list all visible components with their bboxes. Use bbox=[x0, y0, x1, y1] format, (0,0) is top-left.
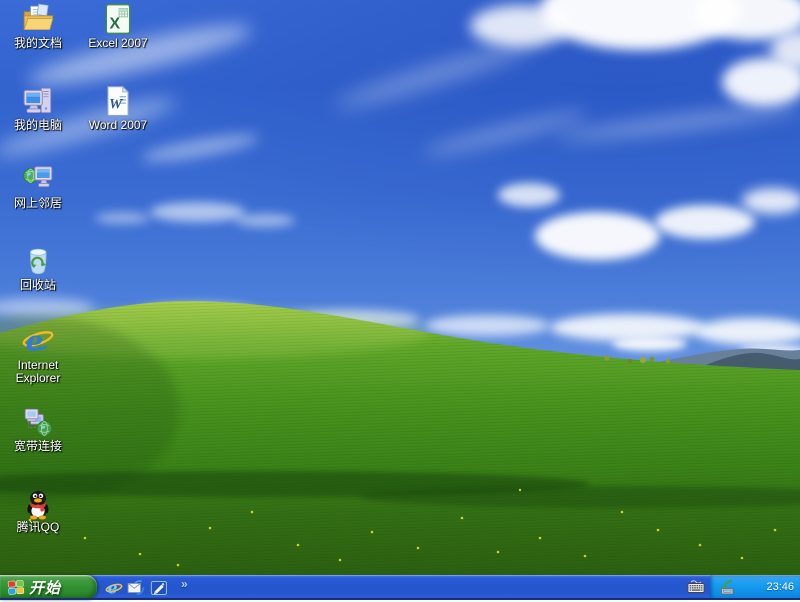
safely-remove-hardware-icon[interactable] bbox=[717, 579, 735, 596]
excel-icon: X bbox=[101, 2, 135, 36]
start-button-label: 开始 bbox=[29, 577, 61, 598]
start-button[interactable]: 开始 bbox=[0, 575, 97, 600]
internet-explorer-icon: e bbox=[105, 579, 123, 597]
windows-logo-icon bbox=[7, 579, 25, 596]
my-documents-icon bbox=[21, 2, 55, 36]
word-icon: W bbox=[101, 84, 135, 118]
desktop-icon-label: 我的电脑 bbox=[3, 119, 73, 132]
svg-text:e: e bbox=[107, 579, 117, 597]
desktop-icon-label: 腾讯QQ bbox=[3, 521, 73, 534]
desktop-icon-tencent-qq[interactable]: 腾讯QQ bbox=[3, 486, 73, 534]
desktop-icon-label: Word 2007 bbox=[83, 119, 153, 132]
desktop-icon-internet-explorer[interactable]: e Internet Explorer bbox=[3, 324, 73, 385]
desktop-icon-word-2007[interactable]: W Word 2007 bbox=[83, 84, 153, 132]
taskbar-clock[interactable]: 23:46 bbox=[766, 581, 794, 593]
taskbar: 开始 e » bbox=[0, 575, 800, 600]
desktop-icon-label: Internet Explorer bbox=[3, 359, 73, 385]
desktop-icon-label: 我的文档 bbox=[3, 37, 73, 50]
input-method-keyboard-icon[interactable] bbox=[686, 578, 706, 597]
quicklaunch-internet-explorer[interactable]: e bbox=[105, 579, 123, 597]
outlook-express-icon bbox=[127, 579, 145, 597]
desktop-icon-label: Excel 2007 bbox=[83, 37, 153, 50]
desktop-icon-label: 网上邻居 bbox=[3, 197, 73, 210]
quicklaunch-outlook-express[interactable] bbox=[127, 579, 145, 597]
quicklaunch-chevron[interactable]: » bbox=[181, 577, 188, 591]
svg-text:W: W bbox=[109, 96, 124, 112]
desktop-icon-excel-2007[interactable]: X Excel 2007 bbox=[83, 2, 153, 50]
desktop-icon-label: 宽带连接 bbox=[3, 440, 73, 453]
desktop-icon-recycle-bin[interactable]: 回收站 bbox=[3, 244, 73, 292]
show-desktop-icon bbox=[150, 579, 168, 597]
desktop: 我的文档 我的电脑 网上邻居 bbox=[0, 0, 800, 575]
desktop-icon-network-places[interactable]: 网上邻居 bbox=[3, 162, 73, 210]
broadband-connection-icon bbox=[21, 405, 55, 439]
qq-penguin-icon bbox=[21, 486, 55, 520]
internet-explorer-icon: e bbox=[21, 324, 55, 358]
desktop-icon-my-documents[interactable]: 我的文档 bbox=[3, 2, 73, 50]
desktop-icon-label: 回收站 bbox=[3, 279, 73, 292]
svg-text:X: X bbox=[110, 16, 121, 33]
svg-text:e: e bbox=[26, 325, 44, 358]
recycle-bin-icon bbox=[21, 244, 55, 278]
desktop-icon-my-computer[interactable]: 我的电脑 bbox=[3, 84, 73, 132]
network-places-icon bbox=[21, 162, 55, 196]
my-computer-icon bbox=[21, 84, 55, 118]
desktop-icon-broadband-connection[interactable]: 宽带连接 bbox=[3, 405, 73, 453]
system-tray: 23:46 bbox=[710, 575, 800, 600]
quicklaunch-show-desktop[interactable] bbox=[150, 579, 168, 597]
